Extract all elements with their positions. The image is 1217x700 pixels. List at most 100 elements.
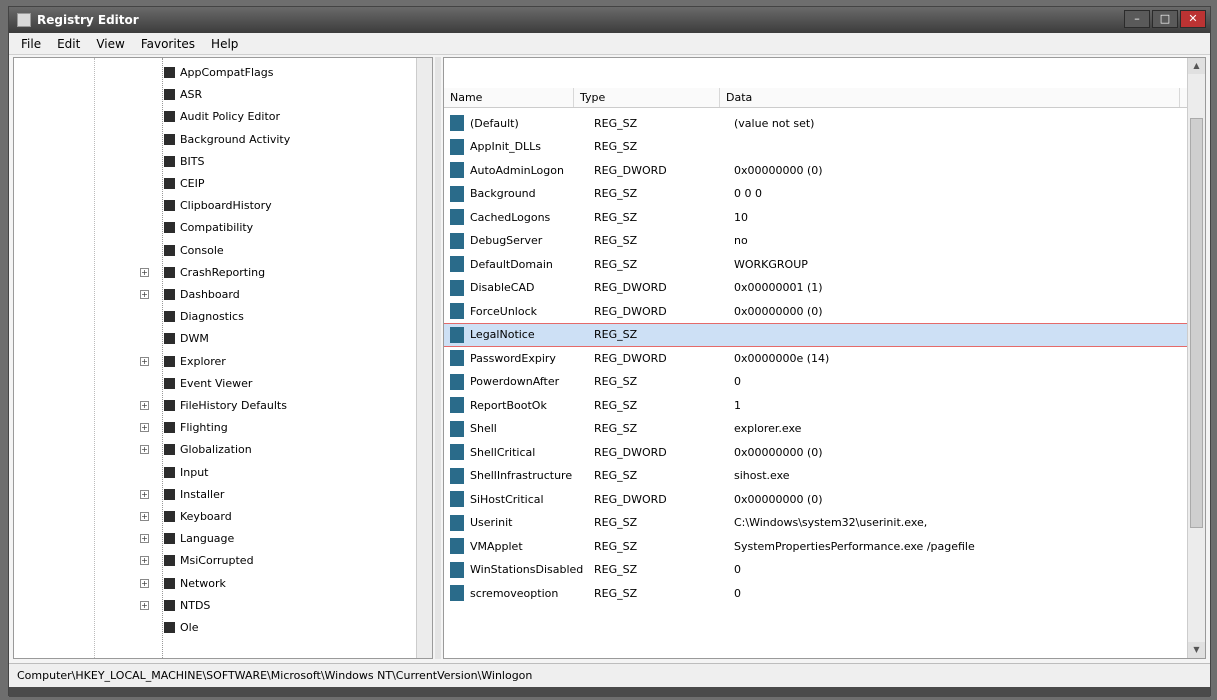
maximize-button[interactable]: □: [1152, 10, 1178, 28]
value-type: REG_SZ: [594, 187, 638, 200]
scrollbar-thumb[interactable]: [1190, 118, 1203, 528]
tree-item[interactable]: + Flighting: [14, 417, 432, 438]
tree-item[interactable]: ClipboardHistory: [14, 195, 432, 216]
folder-icon: [164, 622, 175, 633]
value-type: REG_SZ: [594, 210, 638, 224]
tree-item-label: ASR: [180, 88, 203, 102]
value-row[interactable]: AutoAdminLogon REG_DWORD 0x00000000 (0): [444, 159, 1189, 181]
registry-editor-window: Registry Editor – □ ✕ File Edit View Fav…: [8, 6, 1211, 697]
value-name: DebugServer: [470, 234, 543, 247]
value-row[interactable]: CachedLogons REG_SZ 10: [444, 206, 1189, 228]
tree-item[interactable]: + NTDS: [14, 595, 432, 616]
menu-favorites[interactable]: Favorites: [133, 37, 203, 51]
registry-value-list[interactable]: Name Type Data (Default) REG_SZ (value not…: [443, 57, 1206, 659]
expand-plus-icon[interactable]: +: [140, 600, 149, 610]
tree-item[interactable]: Event Viewer: [14, 373, 432, 394]
folder-icon: [164, 222, 175, 234]
value-row[interactable]: scremoveoption REG_SZ 0: [444, 582, 1189, 604]
menu-edit[interactable]: Edit: [49, 37, 88, 51]
tree-item[interactable]: + Network: [14, 573, 432, 594]
value-row[interactable]: ForceUnlock REG_DWORD 0x00000000 (0): [444, 300, 1189, 322]
folder-icon: [164, 311, 175, 323]
title-bar[interactable]: Registry Editor – □ ✕: [9, 7, 1210, 33]
tree-item[interactable]: + Globalization: [14, 439, 432, 460]
registry-value-icon: [450, 514, 464, 531]
expand-plus-icon[interactable]: +: [140, 267, 149, 277]
tree-item[interactable]: Ole: [14, 617, 432, 638]
tree-item[interactable]: + CrashReporting: [14, 262, 432, 283]
menu-file[interactable]: File: [13, 37, 49, 51]
expand-plus-icon[interactable]: +: [140, 534, 149, 544]
tree-item[interactable]: + Dashboard: [14, 284, 432, 305]
menu-help[interactable]: Help: [203, 37, 246, 51]
value-row[interactable]: (Default) REG_SZ (value not set): [444, 112, 1189, 134]
value-row[interactable]: ReportBootOk REG_SZ 1: [444, 394, 1189, 416]
tree-item[interactable]: + Installer: [14, 484, 432, 505]
value-row[interactable]: VMApplet REG_SZ SystemPropertiesPerformanc…: [444, 535, 1189, 557]
value-row[interactable]: AppInit_DLLs REG_SZ: [444, 136, 1189, 158]
scroll-down-arrow-icon[interactable]: ▼: [1188, 642, 1205, 658]
tree-item[interactable]: ASR: [14, 84, 432, 105]
value-data: 0x00000001 (1): [734, 281, 823, 294]
tree-item[interactable]: DWM: [14, 328, 432, 349]
tree-item[interactable]: BITS: [14, 151, 432, 172]
selected-value-row[interactable]: LegalNotice REG_SZ: [444, 322, 1190, 347]
list-scrollbar[interactable]: ▲ ▼: [1187, 58, 1205, 658]
value-row[interactable]: ShellInfrastructure REG_SZ sihost.exe: [444, 465, 1189, 487]
tree-scrollbar[interactable]: [416, 58, 432, 658]
value-row[interactable]: DefaultDomain REG_SZ WORKGROUP: [444, 253, 1189, 275]
expand-plus-icon[interactable]: +: [140, 445, 149, 455]
value-row[interactable]: Shell REG_SZ explorer.exe: [444, 418, 1189, 440]
expand-plus-icon[interactable]: +: [140, 356, 149, 366]
tree-item[interactable]: + Explorer: [14, 351, 432, 372]
tree-item[interactable]: + FileHistory Defaults: [14, 395, 432, 416]
value-row[interactable]: ShellCritical REG_DWORD 0x00000000 (0): [444, 441, 1189, 463]
expand-plus-icon[interactable]: +: [140, 556, 149, 566]
column-header-data[interactable]: Data: [720, 88, 1180, 107]
value-row[interactable]: DebugServer REG_SZ no: [444, 230, 1189, 252]
tree-item[interactable]: + MsiCorrupted: [14, 550, 432, 571]
column-header-type[interactable]: Type: [574, 88, 720, 107]
pane-splitter[interactable]: [435, 57, 441, 659]
value-data: no: [734, 234, 748, 247]
tree-item[interactable]: Console: [14, 240, 432, 261]
folder-icon: [164, 400, 175, 411]
value-row[interactable]: SiHostCritical REG_DWORD 0x00000000 (0): [444, 488, 1189, 510]
value-type: REG_SZ: [594, 328, 638, 341]
value-row[interactable]: DisableCAD REG_DWORD 0x00000001 (1): [444, 277, 1189, 299]
value-name: ShellCritical: [470, 445, 536, 459]
tree-item[interactable]: Audit Policy Editor: [14, 106, 432, 127]
scroll-up-arrow-icon[interactable]: ▲: [1188, 58, 1205, 74]
value-row[interactable]: Userinit REG_SZ C:\Windows\system32\userin…: [444, 512, 1189, 534]
tree-item[interactable]: Input: [14, 462, 432, 483]
expand-plus-icon[interactable]: +: [140, 489, 149, 499]
value-row[interactable]: PowerdownAfter REG_SZ 0: [444, 371, 1189, 393]
value-data: 0x00000000 (0): [734, 304, 823, 318]
registry-key-tree[interactable]: AppCompatFlags ASR Audit Policy Editor Back…: [13, 57, 433, 659]
value-row[interactable]: PasswordExpiry REG_DWORD 0x0000000e (14): [444, 347, 1189, 369]
expand-plus-icon[interactable]: +: [140, 423, 149, 433]
menu-view[interactable]: View: [88, 37, 132, 51]
expand-plus-icon[interactable]: +: [140, 401, 149, 410]
tree-item[interactable]: Background Activity: [14, 129, 432, 150]
expand-plus-icon[interactable]: +: [140, 512, 149, 521]
folder-icon: [164, 488, 175, 500]
tree-item[interactable]: + Keyboard: [14, 506, 432, 527]
tree-item[interactable]: CEIP: [14, 173, 432, 194]
minimize-button[interactable]: –: [1124, 10, 1150, 28]
tree-item-label: Diagnostics: [180, 310, 244, 324]
expand-plus-icon[interactable]: +: [140, 290, 149, 299]
column-header-name[interactable]: Name: [444, 88, 574, 107]
close-button[interactable]: ✕: [1180, 10, 1206, 28]
tree-item-label: Event Viewer: [180, 376, 253, 390]
folder-icon: [164, 444, 175, 456]
tree-item[interactable]: Compatibility: [14, 217, 432, 238]
expand-plus-icon[interactable]: +: [140, 578, 149, 588]
registry-value-icon: [450, 397, 464, 413]
tree-item[interactable]: + Language: [14, 528, 432, 549]
value-row[interactable]: WinStationsDisabled REG_SZ 0: [444, 559, 1189, 581]
tree-item[interactable]: AppCompatFlags: [14, 62, 432, 83]
registry-value-icon: [450, 326, 464, 343]
value-row[interactable]: Background REG_SZ 0 0 0: [444, 183, 1189, 205]
tree-item[interactable]: Diagnostics: [14, 306, 432, 327]
